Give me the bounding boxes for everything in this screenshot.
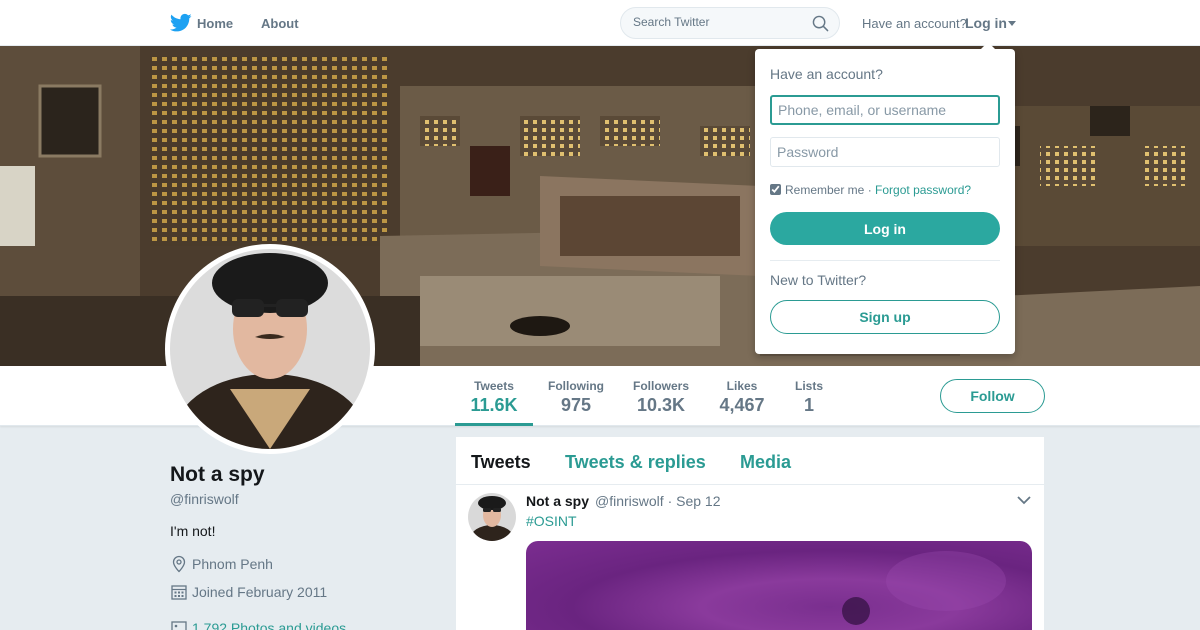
- stat-label: Following: [548, 379, 604, 393]
- profile-photos: 1,792 Photos and videos: [170, 619, 390, 630]
- follow-button[interactable]: Follow: [940, 379, 1045, 413]
- remember-checkbox[interactable]: [770, 184, 781, 195]
- stat-followers[interactable]: Followers 10.3K: [628, 366, 694, 426]
- remember-label[interactable]: Remember me: [785, 183, 864, 197]
- stat-label: Lists: [794, 379, 823, 393]
- profile-name: Not a spy: [170, 463, 265, 486]
- tab-tweets-replies[interactable]: Tweets & replies: [565, 452, 706, 473]
- timeline-panel: Tweets Tweets & replies Media Not a spy …: [456, 437, 1044, 630]
- twitter-bird-icon[interactable]: [170, 13, 192, 33]
- username-input[interactable]: [770, 95, 1000, 125]
- tweet-author-meta: @finriswolf · Sep 12: [595, 493, 721, 509]
- chevron-down-icon[interactable]: [1017, 495, 1031, 505]
- have-account-text: Have an account?: [862, 16, 967, 31]
- tweet-dot: ·: [667, 493, 673, 509]
- nav-home-link[interactable]: Home: [197, 16, 233, 31]
- stat-following[interactable]: Following 975: [543, 366, 609, 426]
- dropdown-divider: [770, 260, 1000, 261]
- tweet-date[interactable]: Sep 12: [676, 493, 720, 509]
- tweet-author-name[interactable]: Not a spy: [526, 493, 589, 509]
- stat-value: 975: [560, 395, 592, 415]
- tweet-avatar-image: [468, 493, 516, 541]
- timeline-tabs: Tweets Tweets & replies Media: [456, 437, 1044, 485]
- signup-button[interactable]: Sign up: [770, 300, 1000, 334]
- password-input[interactable]: [770, 137, 1000, 167]
- new-to-twitter-text: New to Twitter?: [770, 272, 867, 288]
- login-dropdown: Have an account? Remember me · Forgot pa…: [755, 42, 1015, 354]
- joined-text: Joined February 2011: [192, 584, 328, 600]
- search-box: [620, 7, 840, 39]
- profile-joined: Joined February 2011: [170, 583, 370, 603]
- profile-avatar[interactable]: [165, 244, 375, 454]
- stat-value: 11.6K: [470, 395, 518, 415]
- stat-value: 1: [803, 395, 814, 415]
- tab-media[interactable]: Media: [740, 452, 791, 473]
- tab-tweets[interactable]: Tweets: [471, 452, 531, 473]
- dropdown-title: Have an account?: [770, 66, 883, 82]
- tweet-media-image[interactable]: [526, 541, 1032, 630]
- stat-lists[interactable]: Lists 1: [786, 366, 832, 426]
- tweet-media-graphic: [842, 551, 1006, 625]
- profile-handle: @finriswolf: [170, 491, 239, 507]
- profile-location: Phnom Penh: [170, 555, 370, 575]
- stat-label: Likes: [726, 379, 758, 393]
- remember-separator: ·: [867, 183, 872, 197]
- photo-icon: [171, 621, 187, 630]
- stat-value: 4,467: [719, 395, 765, 415]
- tweet-hashtag[interactable]: #OSINT: [526, 513, 577, 529]
- search-icon[interactable]: [812, 15, 829, 32]
- top-navigation-bar: Home About Have an account? Log in: [0, 0, 1200, 46]
- avatar-image: [170, 249, 370, 449]
- stat-label: Tweets: [474, 379, 514, 393]
- profile-bio: I'm not!: [170, 523, 216, 539]
- stat-likes[interactable]: Likes 4,467: [712, 366, 772, 426]
- remember-row: Remember me · Forgot password?: [770, 183, 971, 197]
- stat-tweets[interactable]: Tweets 11.6K: [455, 366, 533, 426]
- photos-videos-link[interactable]: 1,792 Photos and videos: [192, 620, 346, 630]
- login-button[interactable]: Log in: [770, 212, 1000, 245]
- nav-about-link[interactable]: About: [261, 16, 299, 31]
- location-pin-icon: [172, 555, 186, 573]
- tweet-avatar[interactable]: [468, 493, 516, 541]
- stat-value: 10.3K: [636, 395, 686, 415]
- location-text: Phnom Penh: [192, 556, 273, 572]
- tweet-author-handle[interactable]: @finriswolf: [595, 493, 664, 509]
- calendar-icon: [171, 585, 187, 600]
- login-menu-link[interactable]: Log in: [965, 15, 1007, 31]
- stat-label: Followers: [632, 379, 689, 393]
- search-input[interactable]: [633, 15, 803, 29]
- forgot-password-link[interactable]: Forgot password?: [875, 183, 971, 197]
- caret-down-icon[interactable]: [1008, 21, 1016, 26]
